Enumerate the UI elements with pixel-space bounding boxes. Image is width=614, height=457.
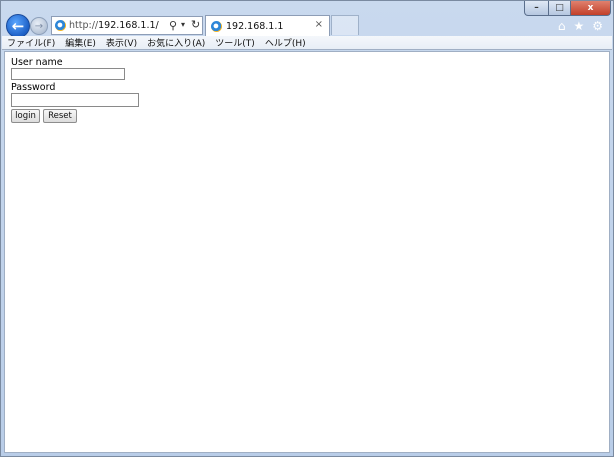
login-button[interactable]: login [11,109,40,123]
form-buttons: login Reset [11,109,139,123]
menu-file[interactable]: ファイル(F) [7,36,55,49]
minimize-button[interactable]: – [524,1,549,16]
ie-logo-icon [55,20,66,31]
close-window-button[interactable]: x [571,1,611,16]
tab-192-168-1-1[interactable]: 192.168.1.1 × [205,15,330,36]
reset-button[interactable]: Reset [43,109,77,123]
menu-bar: ファイル(F) 編集(E) 表示(V) お気に入り(A) ツール(T) ヘルプ(… [2,36,612,50]
menu-tools[interactable]: ツール(T) [215,36,255,49]
menu-help[interactable]: ヘルプ(H) [265,36,306,49]
refresh-icon[interactable]: ↻ [191,18,200,31]
settings-gear-icon[interactable]: ⚙ [592,19,603,33]
password-label: Password [11,82,56,93]
menu-favorites[interactable]: お気に入り(A) [147,36,205,49]
address-url[interactable]: http://192.168.1.1/ [69,20,159,31]
url-prefix: http:// [69,20,99,31]
favorites-star-icon[interactable]: ★ [573,19,584,33]
menu-edit[interactable]: 編集(E) [65,36,96,49]
new-tab-button[interactable] [331,15,359,35]
login-form: User name Password login Reset [11,57,139,123]
forward-arrow-icon[interactable]: → [30,17,48,35]
tab-title: 192.168.1.1 [226,20,284,32]
menu-view[interactable]: 表示(V) [106,36,137,49]
maximize-button[interactable]: □ [549,1,571,16]
title-bar: ← → http://192.168.1.1/ ⚲ ▾ ↻ 192.168.1.… [1,1,613,38]
toolbar-icons: ⌂ ★ ⚙ [558,19,603,33]
close-tab-icon[interactable]: × [315,19,323,30]
address-bar[interactable]: http://192.168.1.1/ ⚲ ▾ ↻ [51,16,203,35]
username-label: User name [11,57,63,68]
window-controls: – □ x [524,1,611,16]
dropdown-icon[interactable]: ▾ [181,20,185,29]
browser-window: ← → http://192.168.1.1/ ⚲ ▾ ↻ 192.168.1.… [0,0,614,457]
back-arrow-icon[interactable]: ← [6,14,30,38]
username-input[interactable] [11,68,125,80]
page-viewport: User name Password login Reset [4,51,610,453]
password-input[interactable] [11,93,139,107]
search-icon[interactable]: ⚲ [169,19,177,32]
home-icon[interactable]: ⌂ [558,19,566,33]
ie-logo-icon [211,20,222,32]
url-host: 192.168.1.1/ [98,20,159,31]
